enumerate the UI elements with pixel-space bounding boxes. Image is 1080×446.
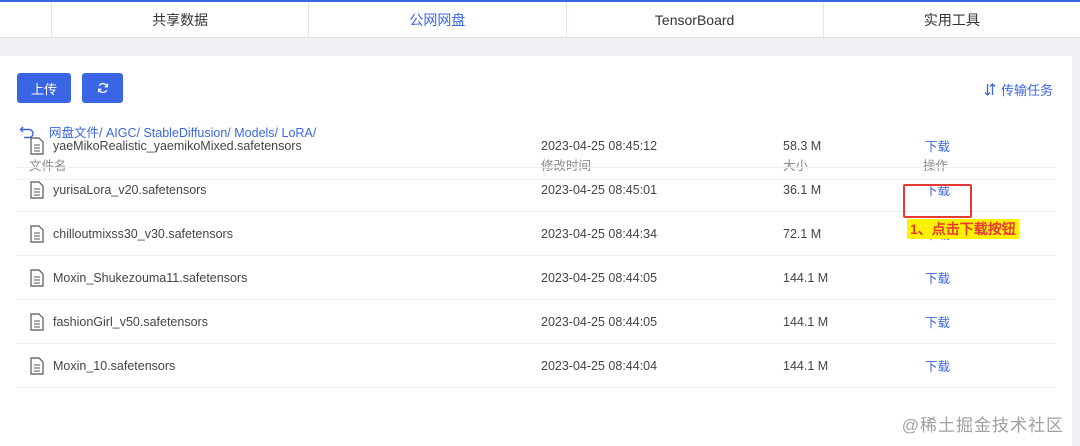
- file-name-cell: yaeMikoRealistic_yaemikoMixed.safetensor…: [29, 124, 302, 167]
- file-time: 2023-04-25 08:44:04: [541, 358, 658, 373]
- download-button[interactable]: 下载: [925, 344, 950, 387]
- upload-button[interactable]: 上传: [17, 73, 71, 103]
- file-name[interactable]: Moxin_10.safetensors: [53, 359, 175, 373]
- download-button[interactable]: 下载: [925, 300, 950, 343]
- file-size: 144.1 M: [783, 314, 829, 329]
- table-row: chilloutmixss30_v30.safetensors 2023-04-…: [17, 212, 1055, 256]
- file-time: 2023-04-25 08:44:05: [541, 314, 658, 329]
- file-name[interactable]: chilloutmixss30_v30.safetensors: [53, 227, 233, 241]
- download-button[interactable]: 下载: [925, 256, 950, 299]
- tab-shared-data[interactable]: 共享数据: [52, 2, 310, 37]
- annotation-label: 1、点击下载按钮: [907, 219, 1019, 239]
- file-table-body: yaeMikoRealistic_yaemikoMixed.safetensor…: [17, 124, 1055, 388]
- transfer-icon: [984, 83, 996, 96]
- file-name[interactable]: Moxin_Shukezouma11.safetensors: [53, 271, 247, 285]
- table-row: fashionGirl_v50.safetensors 2023-04-25 0…: [17, 300, 1055, 344]
- file-name-cell: fashionGirl_v50.safetensors: [29, 300, 208, 343]
- file-name[interactable]: fashionGirl_v50.safetensors: [53, 315, 208, 329]
- tab-tensorboard[interactable]: TensorBoard: [567, 2, 824, 37]
- file-time: 2023-04-25 08:44:05: [541, 270, 658, 285]
- refresh-icon: [97, 82, 108, 94]
- file-size: 144.1 M: [783, 270, 829, 285]
- table-row: Moxin_10.safetensors 2023-04-25 08:44:04…: [17, 344, 1055, 388]
- file-name-cell: Moxin_10.safetensors: [29, 344, 175, 387]
- file-name[interactable]: yurisaLora_v20.safetensors: [53, 183, 207, 197]
- file-time: 2023-04-25 08:45:12: [541, 138, 658, 153]
- file-name-cell: chilloutmixss30_v30.safetensors: [29, 212, 233, 255]
- tab-tools[interactable]: 实用工具: [824, 2, 1080, 37]
- top-tab-bar: 共享数据 公网网盘 TensorBoard 实用工具: [0, 2, 1080, 38]
- file-time: 2023-04-25 08:45:01: [541, 182, 658, 197]
- file-icon: [30, 224, 44, 243]
- refresh-button[interactable]: [82, 73, 123, 103]
- download-button[interactable]: 下载: [925, 124, 950, 167]
- file-icon: [30, 356, 44, 375]
- tab-public-netdisk[interactable]: 公网网盘: [309, 2, 567, 37]
- tab-spacer: [0, 2, 52, 37]
- transfer-tasks-link[interactable]: 传输任务: [984, 80, 1053, 99]
- watermark: @稀土掘金技术社区: [901, 416, 1064, 435]
- file-size: 58.3 M: [783, 138, 822, 153]
- file-size: 36.1 M: [783, 182, 822, 197]
- file-icon: [30, 268, 44, 287]
- table-row: yurisaLora_v20.safetensors 2023-04-25 08…: [17, 168, 1055, 212]
- file-name-cell: yurisaLora_v20.safetensors: [29, 168, 207, 211]
- file-icon: [30, 312, 44, 331]
- file-size: 144.1 M: [783, 358, 829, 373]
- download-highlight-box: [903, 184, 972, 218]
- file-name[interactable]: yaeMikoRealistic_yaemikoMixed.safetensor…: [53, 139, 302, 153]
- file-icon: [30, 180, 44, 199]
- file-time: 2023-04-25 08:44:34: [541, 226, 658, 241]
- file-icon: [30, 136, 44, 155]
- file-name-cell: Moxin_Shukezouma11.safetensors: [29, 256, 247, 299]
- table-row: yaeMikoRealistic_yaemikoMixed.safetensor…: [17, 124, 1055, 168]
- table-row: Moxin_Shukezouma11.safetensors 2023-04-2…: [17, 256, 1055, 300]
- file-size: 72.1 M: [783, 226, 822, 241]
- transfer-tasks-label: 传输任务: [1000, 83, 1053, 98]
